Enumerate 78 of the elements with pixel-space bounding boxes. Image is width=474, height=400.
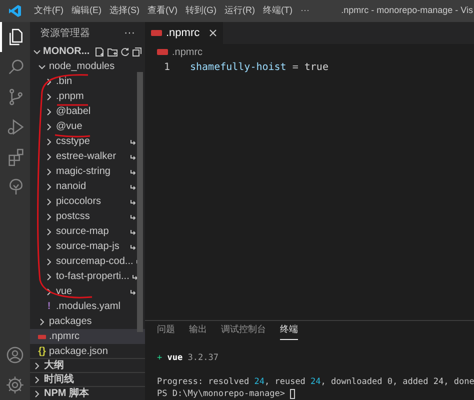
menu-item[interactable]: 编辑(E) — [68, 4, 106, 18]
panel-tab[interactable]: 问题 — [157, 321, 175, 340]
file-name[interactable]: package.json — [49, 344, 108, 358]
section-header[interactable]: NPM 脚本 — [30, 386, 145, 400]
more-button[interactable]: ··· — [124, 24, 135, 42]
line-number: 1 — [162, 61, 170, 75]
file-name[interactable]: .modules.yaml — [56, 299, 120, 314]
folder-name[interactable]: picocolors — [56, 194, 102, 209]
folder-name[interactable]: vue — [56, 284, 72, 299]
folder-name[interactable]: .pnpm — [56, 89, 84, 104]
settings-icon[interactable] — [5, 375, 25, 395]
symlink-icon — [130, 168, 136, 174]
collapse-icon[interactable] — [132, 46, 142, 56]
section-header[interactable]: 时间线 — [30, 372, 145, 386]
folder-name[interactable]: node_modules — [49, 59, 115, 74]
scrollbar-thumb[interactable] — [137, 72, 143, 332]
editor-tab[interactable]: .npmrc — [145, 22, 223, 44]
panel-tab[interactable]: 调试控制台 — [221, 321, 266, 340]
menu-item[interactable]: 文件(F) — [30, 4, 68, 18]
file-icon — [38, 334, 46, 340]
code-line: shamefully-hoist = true — [190, 61, 328, 75]
folder-name[interactable]: to-fast-properti... — [56, 269, 130, 284]
folder-name[interactable]: packages — [49, 314, 92, 329]
menu-item[interactable]: ··· — [296, 4, 314, 18]
play-bug-icon[interactable] — [6, 117, 26, 137]
terminal-line: + vue 3.2.37 — [157, 352, 218, 364]
panel-tab[interactable]: 输出 — [189, 321, 207, 340]
chevron-icon — [38, 318, 46, 326]
folder-name[interactable]: sourcemap-cod... — [56, 254, 134, 269]
search-icon[interactable] — [6, 57, 26, 77]
window-title: .npmrc - monorepo-manage - Vis — [341, 4, 474, 18]
refresh-icon[interactable] — [120, 46, 130, 56]
symlink-icon — [130, 184, 136, 190]
folder-name[interactable]: estree-walker — [56, 149, 116, 164]
symlink-icon — [130, 288, 136, 294]
terminal-line: Progress: resolved 24, reused 24, downloaded 0, added 24, done — [157, 376, 474, 388]
new-folder-icon[interactable] — [106, 46, 118, 56]
cursor — [290, 389, 296, 399]
file-name[interactable]: .npmrc — [49, 329, 80, 344]
selected-row[interactable]: .npmrc — [30, 329, 145, 344]
breadcrumb[interactable]: .npmrc — [172, 44, 203, 60]
menu-item[interactable]: 选择(S) — [106, 4, 144, 18]
section-header[interactable]: 大纲 — [30, 358, 145, 372]
folder-name[interactable]: source-map-js — [56, 239, 120, 254]
menu-item[interactable]: 运行(R) — [220, 4, 259, 18]
folder-name[interactable]: .bin — [56, 74, 72, 89]
new-file-icon[interactable] — [94, 46, 105, 56]
ink-underline — [54, 134, 90, 138]
symlink-icon — [130, 214, 136, 220]
blocks-icon[interactable] — [6, 147, 26, 167]
file-icon: ! — [45, 299, 53, 314]
symlink-icon — [132, 274, 138, 280]
symlink-icon — [130, 154, 136, 160]
file-icon — [157, 49, 168, 55]
folder-name[interactable]: nanoid — [56, 179, 86, 194]
terminal-line: PS D:\My\monorepo-manage> — [157, 388, 286, 400]
symlink-icon — [130, 244, 136, 250]
folder-name[interactable]: @vue — [56, 119, 82, 134]
folder-name[interactable]: MONOR... — [43, 44, 90, 59]
folder-name[interactable]: csstype — [56, 134, 90, 149]
menu-item[interactable]: 终端(T) — [259, 4, 296, 18]
menu-item[interactable]: 查看(V) — [144, 4, 182, 18]
folder-name[interactable]: magic-string — [56, 164, 110, 179]
symlink-icon — [130, 198, 136, 204]
symlink-icon — [130, 138, 136, 144]
app-logo-icon — [8, 4, 22, 18]
panel-tab[interactable]: 终端 — [280, 321, 298, 340]
menu-item[interactable]: 转到(G) — [182, 4, 220, 18]
ink-underline — [57, 104, 88, 106]
sidebar-title: 资源管理器 — [40, 26, 90, 40]
file-icon — [151, 30, 162, 36]
close-icon[interactable] — [209, 29, 217, 37]
folder-name[interactable]: postcss — [56, 209, 90, 224]
folder-name[interactable]: source-map — [56, 224, 109, 239]
file-icon: {} — [38, 344, 46, 358]
folder-name[interactable]: @babel — [56, 104, 91, 119]
account-icon[interactable] — [5, 345, 25, 365]
symlink-icon — [130, 228, 136, 234]
